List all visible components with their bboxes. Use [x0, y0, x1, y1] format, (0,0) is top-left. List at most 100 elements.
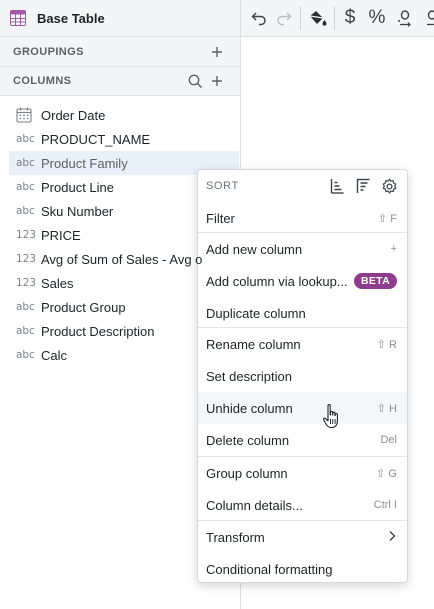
column-name: Order Date [41, 107, 106, 123]
calendar-icon [16, 107, 32, 123]
text-type-icon: abc [16, 325, 35, 337]
add-grouping-button[interactable] [208, 43, 226, 61]
more-format-button[interactable] [423, 8, 434, 28]
number-type-icon: 123 [16, 229, 37, 241]
sort-descending-button[interactable] [353, 176, 373, 196]
column-name: Product Line [41, 179, 114, 195]
sort-filter-group: SORT Filter ⇧ F [198, 170, 407, 234]
sort-header: SORT [198, 170, 407, 202]
columns-label: COLUMNS [13, 75, 72, 87]
text-type-icon: abc [16, 181, 35, 193]
plus-icon [212, 76, 222, 86]
transform-group: Transform Conditional formatting [198, 521, 407, 585]
text-type-icon: abc [16, 205, 35, 217]
column-name: PRICE [41, 227, 81, 243]
toolbar-divider [334, 6, 335, 30]
number-type-icon: 123 [16, 253, 37, 265]
menu-item-label: Add column via lookup... [206, 273, 348, 289]
add-column-group: Add new column + Add column via lookup..… [198, 233, 407, 329]
redo-icon [277, 12, 292, 26]
menu-item-label: Set description [206, 368, 292, 384]
chevron-right-icon [387, 530, 397, 545]
rename-column-menu-item[interactable]: Rename column ⇧ R [198, 328, 407, 360]
more-icon [427, 10, 434, 26]
formatting-toolbar: $ % [241, 0, 434, 37]
add-new-column-menu-item[interactable]: Add new column + [198, 233, 407, 265]
column-name: Product Description [41, 323, 155, 339]
fill-color-button[interactable] [305, 8, 329, 28]
text-type-icon: abc [16, 301, 35, 313]
menu-item-label: Filter [206, 210, 235, 226]
undo-icon [251, 12, 266, 26]
currency-format-button[interactable]: $ [340, 7, 360, 28]
column-name: PRODUCT_NAME [41, 131, 151, 147]
shortcut-hint: ⇧ H [376, 402, 397, 415]
column-edit-group: Rename column ⇧ R Set description Unhide… [198, 328, 407, 456]
toolbar-divider [300, 6, 301, 30]
decimal-format-button[interactable] [395, 8, 415, 28]
menu-item-label: Duplicate column [206, 305, 306, 321]
sort-label: SORT [206, 180, 239, 192]
sort-descending-icon [356, 178, 370, 193]
shortcut-hint: Ctrl I [373, 499, 397, 511]
filter-menu-item[interactable]: Filter ⇧ F [198, 202, 407, 234]
column-item-order-date[interactable]: Order Date [0, 103, 240, 127]
search-columns-button[interactable] [186, 72, 204, 90]
menu-item-label: Add new column [206, 241, 303, 257]
undo-button[interactable] [249, 8, 269, 28]
shortcut-hint: ⇧ G [376, 467, 397, 480]
menu-item-label: Transform [206, 529, 265, 545]
number-type-icon: 123 [16, 277, 37, 289]
column-item-product-name[interactable]: abc PRODUCT_NAME [0, 127, 240, 151]
sort-ascending-button[interactable] [327, 176, 347, 196]
redo-button[interactable] [274, 8, 294, 28]
menu-item-label: Group column [206, 465, 288, 481]
hand-cursor-icon [322, 403, 342, 431]
column-name: Product Group [41, 299, 126, 315]
conditional-formatting-menu-item[interactable]: Conditional formatting [198, 553, 407, 585]
duplicate-column-menu-item[interactable]: Duplicate column [198, 297, 407, 329]
shortcut-hint: + [390, 243, 397, 255]
transform-menu-item[interactable]: Transform [198, 521, 407, 553]
plus-icon [212, 46, 222, 57]
shortcut-hint: ⇧ F [378, 212, 397, 225]
delete-column-menu-item[interactable]: Delete column Del [198, 424, 407, 456]
column-context-menu: SORT Filter ⇧ F Add new column + Add col… [197, 169, 408, 583]
search-icon [188, 74, 202, 88]
add-column-button[interactable] [208, 72, 226, 90]
sort-ascending-icon [330, 179, 344, 194]
decimal-icon [398, 10, 411, 27]
gear-icon [382, 178, 396, 194]
column-details-menu-item[interactable]: Column details... Ctrl I [198, 489, 407, 521]
add-column-via-lookup-menu-item[interactable]: Add column via lookup... BETA [198, 265, 407, 297]
column-group-group: Group column ⇧ G Column details... Ctrl … [198, 457, 407, 521]
column-name: Sku Number [41, 203, 114, 219]
groupings-label: GROUPINGS [13, 45, 84, 58]
text-type-icon: abc [16, 133, 35, 145]
text-type-icon: abc [16, 157, 35, 169]
column-name: Sales [41, 275, 74, 291]
paint-bucket-icon [309, 11, 327, 26]
menu-item-label: Unhide column [206, 400, 293, 416]
panel-header: Base Table [0, 0, 240, 37]
shortcut-hint: ⇧ R [376, 338, 397, 351]
shortcut-hint: Del [380, 434, 397, 446]
set-description-menu-item[interactable]: Set description [198, 360, 407, 392]
menu-item-label: Delete column [206, 432, 290, 448]
groupings-section: GROUPINGS [0, 37, 240, 67]
sort-settings-button[interactable] [379, 176, 399, 196]
panel-title: Base Table [37, 10, 105, 26]
table-icon [10, 10, 26, 26]
column-name: Calc [41, 347, 68, 363]
group-column-menu-item[interactable]: Group column ⇧ G [198, 457, 407, 489]
text-type-icon: abc [16, 349, 35, 361]
columns-section: COLUMNS [0, 67, 240, 96]
menu-item-label: Rename column [206, 336, 301, 352]
percent-format-button[interactable]: % [367, 7, 387, 28]
column-name: Avg of Sum of Sales - Avg o [41, 251, 203, 267]
unhide-column-menu-item[interactable]: Unhide column ⇧ H [198, 392, 407, 424]
menu-item-label: Conditional formatting [206, 561, 333, 577]
beta-badge: BETA [353, 273, 397, 289]
column-name: Product Family [41, 155, 128, 171]
menu-item-label: Column details... [206, 497, 303, 513]
